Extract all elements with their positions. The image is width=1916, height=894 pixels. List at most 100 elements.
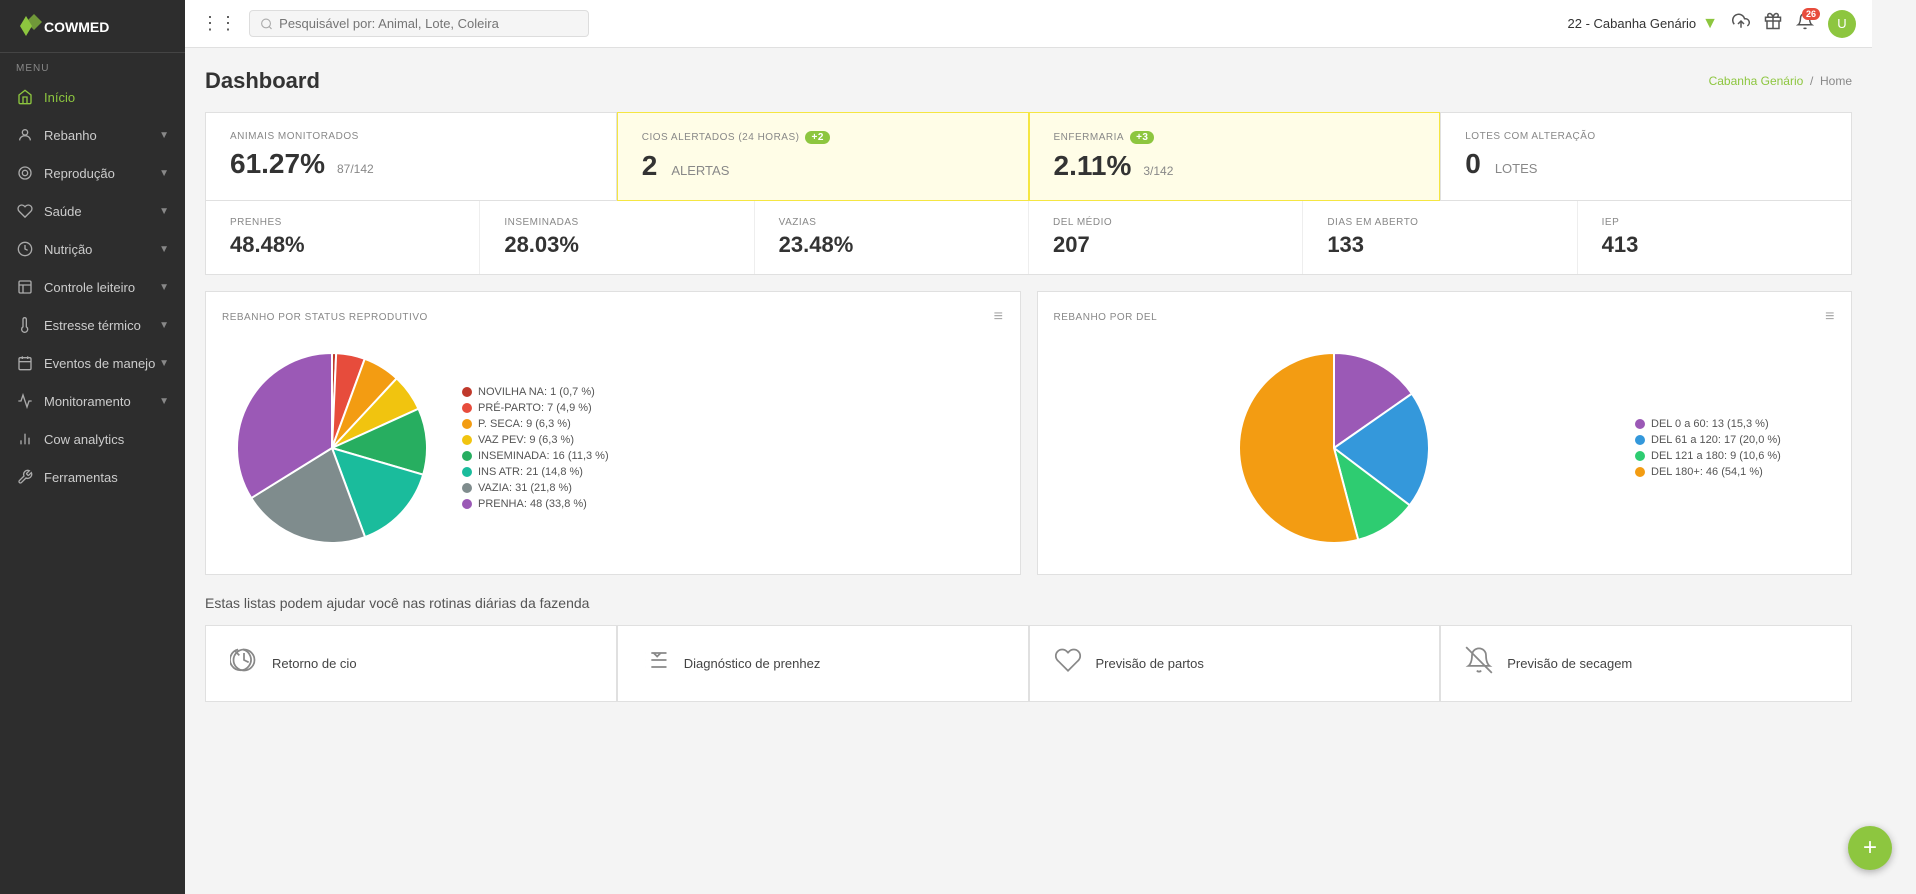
sidebar-item-reproducao[interactable]: Reprodução ▼ [0, 154, 185, 192]
legend-pre-parto: PRÉ-PARTO: 7 (4,9 %) [462, 402, 609, 414]
controle-icon [16, 278, 34, 296]
legend-del-121-180: DEL 121 a 180: 9 (10,6 %) [1635, 450, 1835, 462]
sidebar-item-rebanho[interactable]: Rebanho ▼ [0, 116, 185, 154]
grid-icon[interactable]: ⋮⋮ [201, 13, 237, 34]
label-vazias: VAZIAS [779, 217, 1004, 228]
sidebar: COWMED Menu Início Rebanho ▼ Reprodução [0, 0, 185, 894]
stat2-vazias: VAZIAS 23.48% [755, 201, 1029, 274]
value-vazias: 23.48% [779, 232, 1004, 258]
legend-dot-p-seca [462, 419, 472, 429]
stat-card-cios: CIOS ALERTADOS (24 HORAS) +2 2 ALERTAS [617, 112, 1029, 201]
topbar: ⋮⋮ 22 - Cabanha Genário ▼ 26 U [185, 0, 1872, 48]
breadcrumb-link[interactable]: Cabanha Genário [1709, 74, 1804, 88]
chart-del-menu[interactable]: ≡ [1825, 308, 1835, 326]
stat-sub-animais: 87/142 [337, 162, 374, 176]
location-dropdown-icon[interactable]: ▼ [1702, 15, 1718, 33]
legend-dot-del-121-180 [1635, 451, 1645, 461]
sidebar-item-label-inicio: Início [44, 90, 75, 105]
legend-p-seca: P. SECA: 9 (6,3 %) [462, 418, 609, 430]
stat-card-animais: ANIMAIS MONITORADOS 61.27% 87/142 [205, 112, 617, 201]
action-previsao-partos[interactable]: Previsão de partos [1029, 625, 1441, 702]
legend-del-61-120: DEL 61 a 120: 17 (20,0 %) [1635, 434, 1835, 446]
legend-dot-vaz-pev [462, 435, 472, 445]
diagnostico-icon [642, 646, 670, 681]
chevron-eventos: ▼ [159, 358, 169, 369]
stat-label-enfermaria: ENFERMARIA +3 [1054, 131, 1416, 144]
sidebar-item-ferramentas[interactable]: Ferramentas [0, 458, 185, 496]
sidebar-item-estresse[interactable]: Estresse térmico ▼ [0, 306, 185, 344]
cios-sub-label: ALERTAS [671, 163, 729, 178]
action-retorno-cio[interactable]: Retorno de cio [205, 625, 617, 702]
reproducao-icon [16, 164, 34, 182]
legend-del-180plus: DEL 180+: 46 (54,1 %) [1635, 466, 1835, 478]
stat-label-cios: CIOS ALERTADOS (24 HORAS) +2 [642, 131, 1004, 144]
label-del: DEL MÉDIO [1053, 217, 1278, 228]
legend-novilha: NOVILHA NA: 1 (0,7 %) [462, 386, 609, 398]
charts-row: REBANHO POR STATUS REPRODUTIVO ≡ NOVILHA… [205, 291, 1852, 575]
label-iep: IEP [1602, 217, 1827, 228]
legend-dot-prenha [462, 499, 472, 509]
logo: COWMED [0, 0, 185, 53]
home-icon [16, 88, 34, 106]
previsao-partos-icon [1054, 646, 1082, 681]
enfermaria-sub: 3/142 [1143, 164, 1173, 178]
eventos-icon [16, 354, 34, 372]
action-label-retorno: Retorno de cio [272, 656, 357, 671]
legend-dot-pre-parto [462, 403, 472, 413]
action-previsao-secagem[interactable]: Previsão de secagem [1440, 625, 1852, 702]
search-input[interactable] [279, 16, 578, 31]
legend-vazia: VAZIA: 31 (21,8 %) [462, 482, 609, 494]
fab-button[interactable]: + [1848, 826, 1892, 870]
stat-label-lotes: LOTES COM ALTERAÇÃO [1465, 131, 1827, 142]
stat-value-enfermaria: 2.11% 3/142 [1054, 150, 1416, 182]
breadcrumb: Cabanha Genário / Home [1709, 74, 1852, 88]
main-area: ⋮⋮ 22 - Cabanha Genário ▼ 26 U [185, 0, 1872, 894]
pie-reprodutivo-container: NOVILHA NA: 1 (0,7 %) PRÉ-PARTO: 7 (4,9 … [222, 338, 1004, 558]
pie-chart-del [1214, 338, 1454, 558]
value-dias: 133 [1327, 232, 1552, 258]
sidebar-item-nutricao[interactable]: Nutrição ▼ [0, 230, 185, 268]
label-prenhes: PRENHES [230, 217, 455, 228]
sidebar-item-controle-leiteiro[interactable]: Controle leiteiro ▼ [0, 268, 185, 306]
sidebar-item-inicio[interactable]: Início [0, 78, 185, 116]
legend-dot-inseminada [462, 451, 472, 461]
previsao-secagem-icon [1465, 646, 1493, 681]
chart-reprodutivo-menu[interactable]: ≡ [994, 308, 1004, 326]
sidebar-item-label-rebanho: Rebanho [44, 128, 97, 143]
value-iep: 413 [1602, 232, 1827, 258]
page-header: Dashboard Cabanha Genário / Home [205, 68, 1852, 94]
stat-label-animais: ANIMAIS MONITORADOS [230, 131, 592, 142]
sidebar-item-saude[interactable]: Saúde ▼ [0, 192, 185, 230]
ferramentas-icon [16, 468, 34, 486]
stat-card-enfermaria: ENFERMARIA +3 2.11% 3/142 [1029, 112, 1441, 201]
gift-icon[interactable] [1764, 12, 1782, 35]
chart-reprodutivo: REBANHO POR STATUS REPRODUTIVO ≡ NOVILHA… [205, 291, 1021, 575]
sidebar-item-cow-analytics[interactable]: Cow analytics [0, 420, 185, 458]
upload-icon[interactable] [1732, 12, 1750, 35]
chevron-rebanho: ▼ [159, 130, 169, 141]
chevron-nutricao: ▼ [159, 244, 169, 255]
topbar-right: 22 - Cabanha Genário ▼ 26 U [1568, 10, 1857, 38]
cios-badge: +2 [805, 131, 829, 144]
stat-value-lotes: 0 LOTES [1465, 148, 1827, 180]
chart-del: REBANHO POR DEL ≡ DEL 0 a 60: 13 (15,3 %… [1037, 291, 1853, 575]
notifications-badge: 26 [1802, 8, 1820, 20]
legend-vaz-pev: VAZ PEV: 9 (6,3 %) [462, 434, 609, 446]
sidebar-item-eventos[interactable]: Eventos de manejo ▼ [0, 344, 185, 382]
analytics-icon [16, 430, 34, 448]
legend-dot-novilha [462, 387, 472, 397]
sidebar-item-label-controle: Controle leiteiro [44, 280, 135, 295]
location-text: 22 - Cabanha Genário [1568, 16, 1697, 31]
sidebar-item-label-estresse: Estresse térmico [44, 318, 141, 333]
legend-ins-atr: INS ATR: 21 (14,8 %) [462, 466, 609, 478]
menu-label: Menu [0, 53, 185, 78]
stat-card-lotes: LOTES COM ALTERAÇÃO 0 LOTES [1440, 112, 1852, 201]
search-bar[interactable] [249, 10, 589, 37]
sidebar-item-label-nutricao: Nutrição [44, 242, 92, 257]
notifications-icon[interactable]: 26 [1796, 12, 1814, 35]
user-avatar[interactable]: U [1828, 10, 1856, 38]
sidebar-item-monitoramento[interactable]: Monitoramento ▼ [0, 382, 185, 420]
legend-dot-del-61-120 [1635, 435, 1645, 445]
action-label-secagem: Previsão de secagem [1507, 656, 1632, 671]
action-diagnostico-prenhez[interactable]: Diagnóstico de prenhez [617, 625, 1029, 702]
